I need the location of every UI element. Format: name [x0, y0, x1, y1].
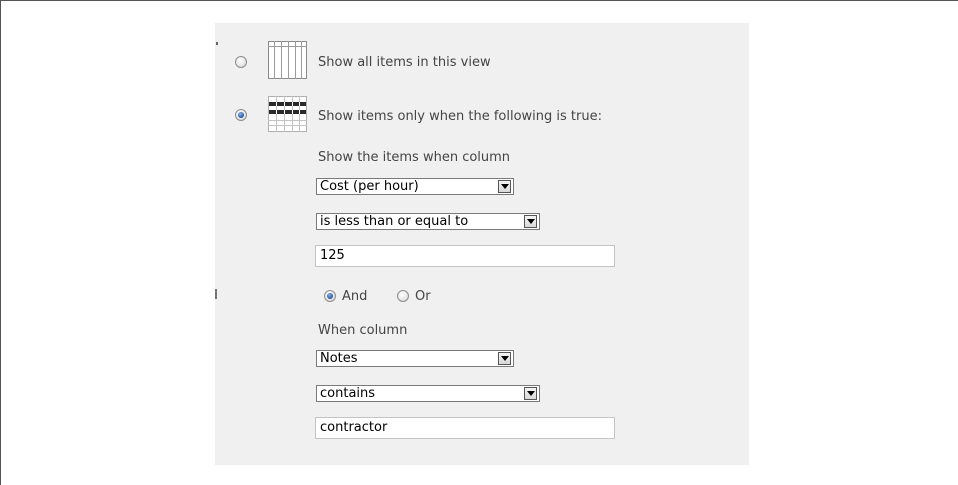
second-column-value: Notes	[320, 351, 358, 366]
and-radio[interactable]	[324, 290, 336, 302]
frame-left-border	[0, 0, 1, 485]
and-label: And	[342, 289, 368, 304]
chevron-down-icon[interactable]	[498, 180, 511, 193]
first-value-input[interactable]: 125	[315, 245, 615, 267]
grid-table-icon	[268, 41, 307, 79]
second-value-input[interactable]: contractor	[315, 417, 615, 439]
chevron-down-icon[interactable]	[524, 215, 537, 228]
second-value-text: contractor	[320, 420, 388, 435]
first-column-select[interactable]: Cost (per hour)	[316, 178, 514, 195]
chevron-down-icon[interactable]	[498, 352, 511, 365]
or-label: Or	[415, 289, 431, 304]
first-column-value: Cost (per hour)	[320, 179, 419, 194]
second-column-select[interactable]: Notes	[316, 350, 514, 367]
second-column-prompt: When column	[318, 323, 408, 338]
first-operator-select[interactable]: is less than or equal to	[316, 213, 540, 230]
or-radio[interactable]	[397, 290, 409, 302]
show-all-radio[interactable]	[235, 56, 247, 68]
show-filtered-radio[interactable]	[235, 109, 247, 121]
chevron-down-icon[interactable]	[524, 387, 537, 400]
filtered-table-icon	[268, 96, 307, 132]
show-filtered-label: Show items only when the following is tr…	[318, 109, 602, 124]
column-prompt: Show the items when column	[318, 150, 511, 165]
panel-marker	[216, 42, 218, 45]
first-operator-value: is less than or equal to	[320, 214, 469, 229]
show-all-label: Show all items in this view	[318, 55, 491, 70]
second-operator-value: contains	[320, 386, 376, 401]
frame-top-border	[0, 0, 958, 1]
first-value-text: 125	[320, 248, 345, 263]
panel-marker	[215, 289, 217, 299]
second-operator-select[interactable]: contains	[316, 385, 540, 402]
